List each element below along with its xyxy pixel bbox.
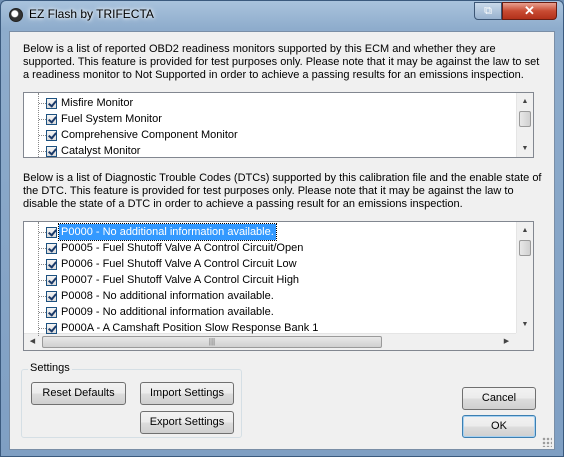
tree-branch [39, 280, 46, 281]
scroll-left-arrow-icon[interactable]: ◀ [24, 334, 41, 350]
list-item-label: P0005 - Fuel Shutoff Valve A Control Cir… [61, 242, 304, 254]
resize-grip-icon[interactable] [542, 437, 552, 447]
scroll-thumb[interactable] [519, 111, 531, 127]
export-settings-button[interactable]: Export Settings [140, 411, 234, 434]
scroll-down-arrow-icon[interactable]: ▼ [517, 316, 533, 333]
scroll-up-arrow-icon[interactable]: ▲ [517, 93, 533, 110]
monitors-description: Below is a list of reported OBD2 readine… [23, 43, 540, 81]
checkbox[interactable] [46, 307, 57, 318]
list-item[interactable]: P0008 - No additional information availa… [24, 288, 504, 304]
tree-branch [39, 296, 46, 297]
tree-branch [39, 119, 46, 120]
ok-button[interactable]: OK [462, 415, 536, 438]
list-item[interactable]: P0009 - No additional information availa… [24, 304, 504, 320]
checkbox[interactable] [46, 275, 57, 286]
cancel-button[interactable]: Cancel [462, 387, 536, 410]
close-button[interactable]: ✕ [502, 2, 557, 20]
list-item-label: P000A - A Camshaft Position Slow Respons… [61, 322, 319, 334]
list-item-label: P0009 - No additional information availa… [61, 306, 274, 318]
list-item-label: P0006 - Fuel Shutoff Valve A Control Cir… [61, 258, 297, 270]
list-item-label: Comprehensive Component Monitor [61, 129, 238, 141]
scroll-thumb[interactable]: ||| [42, 336, 382, 348]
tree-branch [39, 328, 46, 329]
list-item-label: P0000 - No additional information availa… [58, 223, 277, 241]
import-settings-button[interactable]: Import Settings [140, 382, 234, 405]
list-item[interactable]: P000A - A Camshaft Position Slow Respons… [24, 320, 504, 336]
list-item-label: Catalyst Monitor [61, 145, 141, 157]
monitor-list-vscrollbar[interactable]: ▲ ▼ [516, 93, 533, 157]
tree-branch [39, 151, 46, 152]
list-item[interactable]: Comprehensive Component Monitor [24, 127, 504, 143]
tree-branch [39, 264, 46, 265]
checkbox[interactable] [46, 291, 57, 302]
tree-branch [39, 312, 46, 313]
tree-branch [39, 103, 46, 104]
scroll-up-arrow-icon[interactable]: ▲ [517, 222, 533, 239]
dtc-list[interactable]: ▲ ▼ ◀ ||| ▶ P0000 - No additional inform… [23, 221, 534, 351]
checkbox[interactable] [46, 323, 57, 334]
checkbox[interactable] [46, 114, 57, 125]
list-item-label: Fuel System Monitor [61, 113, 162, 125]
checkbox[interactable] [46, 130, 57, 141]
list-item[interactable]: P0005 - Fuel Shutoff Valve A Control Cir… [24, 240, 504, 256]
list-item-label: Misfire Monitor [61, 97, 134, 109]
dialog-client-area: Below is a list of reported OBD2 readine… [9, 31, 555, 450]
app-logo-icon [9, 8, 23, 22]
list-item[interactable]: Catalyst Monitor [24, 143, 504, 157]
list-item[interactable]: P0006 - Fuel Shutoff Valve A Control Cir… [24, 256, 504, 272]
checkbox[interactable] [46, 259, 57, 270]
scroll-right-arrow-icon[interactable]: ▶ [498, 334, 515, 350]
list-item[interactable]: Fuel System Monitor [24, 111, 504, 127]
readiness-monitor-list[interactable]: ▲ ▼ Misfire Monitor Fuel System Monitor Co… [23, 92, 534, 158]
list-item[interactable]: P0000 - No additional information availa… [24, 223, 504, 241]
list-item-label: P0008 - No additional information availa… [61, 290, 274, 302]
checkbox[interactable] [46, 98, 57, 109]
dtc-description: Below is a list of Diagnostic Trouble Co… [23, 172, 542, 210]
list-item-label: P0007 - Fuel Shutoff Valve A Control Cir… [61, 274, 300, 286]
settings-group: Settings Reset Defaults Import Settings … [21, 362, 242, 438]
checkbox[interactable] [46, 227, 57, 238]
tree-branch [39, 135, 46, 136]
app-window: EZ Flash by TRIFECTA ⧉ ✕ Below is a list… [0, 0, 564, 457]
checkbox[interactable] [46, 146, 57, 157]
reset-defaults-button[interactable]: Reset Defaults [31, 382, 126, 405]
settings-group-label: Settings [28, 362, 72, 374]
list-item[interactable]: Misfire Monitor [24, 95, 504, 111]
scroll-down-arrow-icon[interactable]: ▼ [517, 140, 533, 157]
window-title: EZ Flash by TRIFECTA [29, 7, 154, 21]
restore-button[interactable]: ⧉ [474, 2, 502, 20]
tree-branch [39, 248, 46, 249]
scrollbar-corner [516, 333, 533, 350]
checkbox[interactable] [46, 243, 57, 254]
list-item[interactable]: P0007 - Fuel Shutoff Valve A Control Cir… [24, 272, 504, 288]
scroll-thumb[interactable] [519, 240, 531, 256]
dtc-list-vscrollbar[interactable]: ▲ ▼ [516, 222, 533, 333]
tree-branch [39, 232, 46, 233]
title-bar[interactable]: EZ Flash by TRIFECTA ⧉ ✕ [1, 1, 563, 29]
